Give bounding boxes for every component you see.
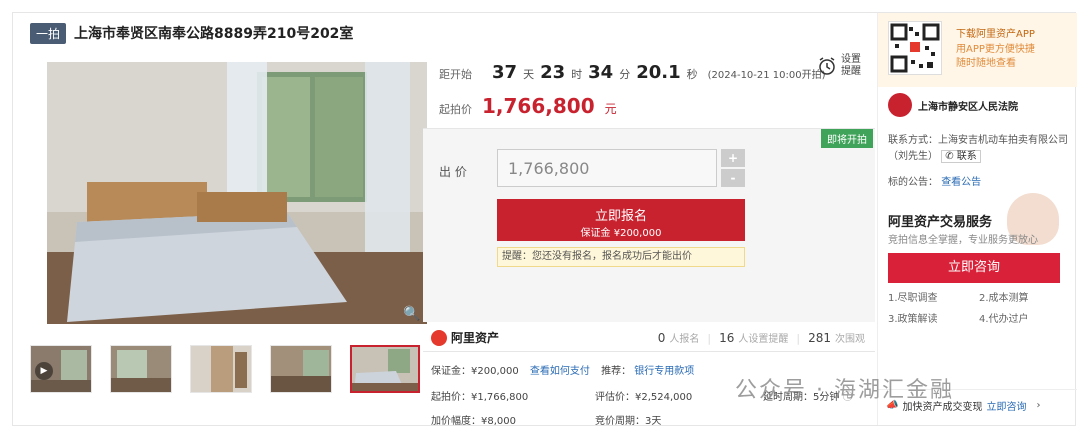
bid-amount-field[interactable]: 1,766,800 — [497, 149, 717, 187]
ali-asset-logo-icon — [431, 329, 447, 346]
bid-stepper: + - — [721, 149, 745, 187]
decrease-button[interactable]: - — [721, 169, 745, 187]
reminder-label: 设置提醒 — [841, 54, 861, 77]
bid-panel: 即将开拍 出 价 1,766,800 + - 立即报名 保证金 ¥200,000… — [423, 128, 875, 322]
thumbnail[interactable] — [110, 345, 172, 393]
notice-row: 标的公告： 查看公告 — [888, 173, 981, 188]
signup-button[interactable]: 立即报名 保证金 ¥200,000 — [497, 199, 745, 241]
notice-label: 标的公告： — [888, 177, 938, 188]
thumbnail[interactable] — [270, 345, 332, 393]
service-item[interactable]: 2.成本测算 — [979, 289, 1070, 304]
service-item[interactable]: 3.政策解读 — [888, 310, 979, 325]
quick-sale-link[interactable]: 立即咨询 — [986, 398, 1026, 413]
divider: | — [796, 332, 801, 345]
start-price-label: 起拍价 — [439, 103, 472, 116]
bid-label: 出 价 — [439, 165, 467, 179]
start-price-value: 1,766,800 — [482, 94, 595, 118]
divider: | — [707, 332, 712, 345]
contact-info: 联系方式：上海安吉机动车拍卖有限公司（刘先生） ✆ 联系 — [888, 133, 1070, 165]
service-banner: 阿里资产交易服务 竞拍信息全掌握，专业服务更放心 — [878, 193, 1077, 257]
service-list: 1.尽职调查 2.成本测算 3.政策解读 4.代办过户 — [888, 289, 1070, 325]
service-item[interactable]: 1.尽职调查 — [888, 289, 979, 304]
main-photo[interactable] — [47, 62, 427, 324]
start-price: 起拍价 1,766,800 元 — [439, 94, 617, 118]
platform-stats-row: 阿里资产 0 人报名 | 16 人设置提醒 | 281 次围观 — [423, 324, 875, 352]
participation-stats: 0 人报名 | 16 人设置提醒 | 281 次围观 — [658, 330, 865, 345]
app-desc-line: 随时随地查看 — [956, 58, 1016, 69]
countdown-minutes: 34 — [588, 62, 614, 83]
qr-code-icon — [888, 21, 942, 75]
service-title: 阿里资产交易服务 — [888, 215, 993, 230]
auction-round-tag: 一拍 — [30, 22, 67, 44]
play-icon: ▶ — [35, 362, 53, 380]
service-item[interactable]: 4.代办过户 — [979, 310, 1070, 325]
view-count-label: 次围观 — [835, 334, 865, 345]
deposit-info: 保证金：¥200,000 — [431, 366, 519, 377]
consult-button[interactable]: 立即咨询 — [888, 253, 1060, 283]
photo-thumbnails: ▶ — [30, 345, 420, 393]
how-to-pay-link[interactable]: 查看如何支付 — [530, 366, 590, 377]
app-download-desc: 用APP更方便快捷 随时随地查看 — [956, 43, 1035, 71]
seconds-unit: 秒 — [686, 68, 698, 81]
minutes-unit: 分 — [619, 68, 631, 81]
countdown-seconds: 20.1 — [636, 62, 681, 83]
deposit-row: 保证金：¥200,000 查看如何支付 推荐： 银行专用款项 — [431, 362, 694, 377]
countdown-days: 37 — [492, 62, 518, 83]
auction-period: 竞价周期：3天 — [595, 416, 662, 427]
thumbnail[interactable] — [190, 345, 252, 393]
days-unit: 天 — [523, 68, 535, 81]
currency-unit: 元 — [604, 102, 617, 116]
status-badge: 即将开拍 — [821, 129, 873, 148]
start-price-detail: 起拍价：¥1,766,800 — [431, 392, 529, 403]
contact-button-label: 联系 — [956, 151, 977, 162]
increase-button[interactable]: + — [721, 149, 745, 167]
countdown-label: 距开始 — [439, 68, 472, 81]
set-reminder-button[interactable]: 设置提醒 — [817, 54, 865, 78]
view-notice-link[interactable]: 查看公告 — [941, 177, 981, 188]
reminder-count: 16 — [719, 331, 735, 345]
view-count: 281 — [808, 331, 831, 345]
contact-button[interactable]: ✆ 联系 — [941, 150, 981, 163]
court-emblem-icon — [888, 93, 912, 117]
hours-unit: 时 — [571, 68, 583, 81]
thumbnail-selected[interactable] — [350, 345, 420, 393]
appraisal-price: 评估价：¥2,524,000 — [595, 392, 693, 403]
thumbnail-video[interactable]: ▶ — [30, 345, 92, 393]
chevron-right-icon: › — [1036, 400, 1041, 411]
app-desc-line: 用APP更方便快捷 — [956, 44, 1035, 55]
app-download-title: 下载阿里资产APP — [956, 29, 1035, 40]
bank-account-link[interactable]: 银行专用款项 — [634, 366, 694, 377]
countdown-hours: 23 — [540, 62, 566, 83]
signup-count: 0 — [657, 331, 666, 345]
platform-brand: 阿里资产 — [431, 329, 499, 346]
court-info[interactable]: 上海市静安区人民法院 — [888, 93, 1018, 117]
listing-header: 一拍 上海市奉贤区南奉公路8889弄210号202室 — [30, 22, 353, 44]
reminder-count-label: 人设置提醒 — [738, 334, 789, 345]
countdown: 距开始 37 天 23 时 34 分 20.1 秒 (2024-10-21 10… — [439, 62, 826, 83]
bid-increment: 加价幅度：¥8,000 — [431, 416, 516, 427]
signup-tip: 提醒：您还没有报名，报名成功后才能出价 — [497, 247, 745, 267]
start-time: (2024-10-21 10:00开拍) — [707, 70, 826, 81]
deposit-label: 保证金 ¥200,000 — [580, 228, 662, 239]
service-subtitle: 竞拍信息全掌握，专业服务更放心 — [888, 235, 1038, 246]
sidebar: 下载阿里资产APP 用APP更方便快捷 随时随地查看 上海市静安区人民法院 联系… — [877, 13, 1077, 425]
wechat-watermark: 公众号 · 海湖汇金融 — [735, 378, 954, 403]
signup-label: 立即报名 — [594, 209, 647, 224]
recommend-label: 推荐： — [601, 366, 632, 377]
brand-name: 阿里资产 — [451, 331, 500, 345]
listing-title: 上海市奉贤区南奉公路8889弄210号202室 — [74, 26, 354, 42]
app-download-banner[interactable]: 下载阿里资产APP 用APP更方便快捷 随时随地查看 — [878, 13, 1077, 87]
court-name: 上海市静安区人民法院 — [918, 101, 1018, 113]
alarm-clock-icon — [819, 57, 835, 75]
zoom-icon[interactable]: 🔍 — [400, 304, 424, 324]
signup-count-label: 人报名 — [669, 334, 700, 345]
